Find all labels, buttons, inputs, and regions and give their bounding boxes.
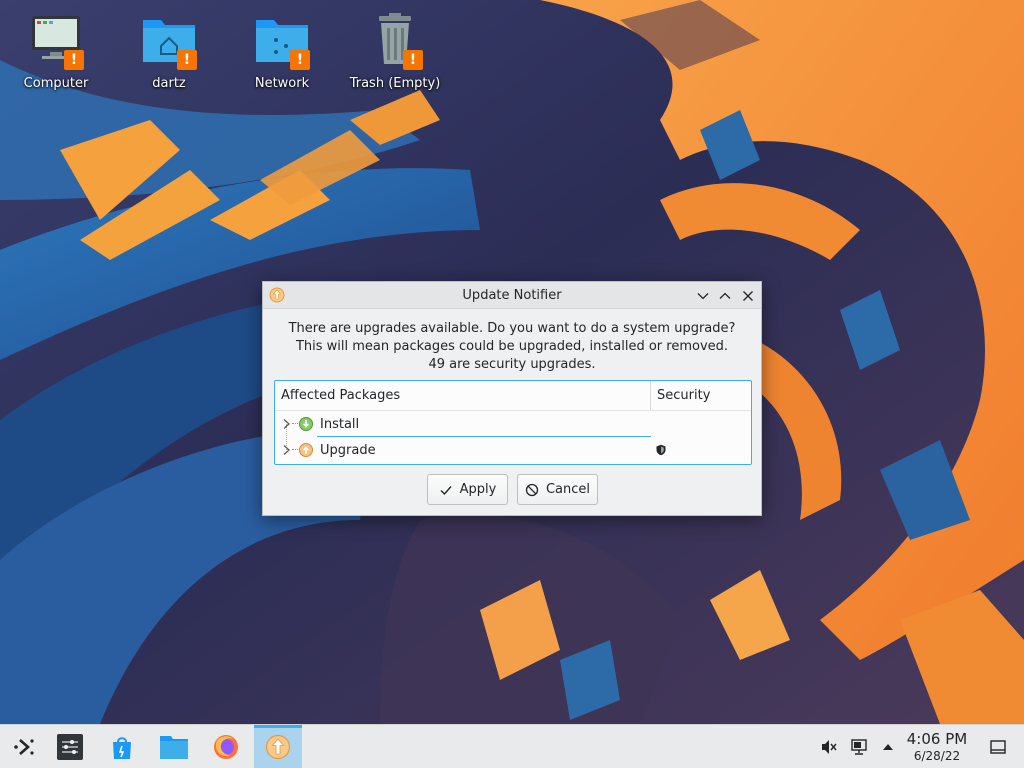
taskbar-update-notifier[interactable] bbox=[254, 725, 302, 768]
maximize-button[interactable] bbox=[715, 286, 735, 306]
chevron-up-icon bbox=[719, 292, 731, 299]
affected-packages-tree[interactable]: Affected Packages Security Install Upgra… bbox=[274, 380, 752, 465]
cancel-icon bbox=[525, 483, 539, 496]
tray-network[interactable] bbox=[848, 725, 870, 768]
home-folder-icon: ! bbox=[139, 10, 199, 70]
warning-badge: ! bbox=[64, 50, 84, 70]
message-line: This will mean packages could be upgrade… bbox=[295, 339, 729, 354]
column-header-security[interactable]: Security bbox=[651, 381, 751, 410]
dialog-title: Update Notifier bbox=[462, 287, 562, 303]
cancel-button-label: Cancel bbox=[545, 482, 591, 497]
firefox-icon bbox=[214, 735, 238, 759]
discover-bag-icon bbox=[113, 737, 131, 759]
apply-button-label: Apply bbox=[459, 482, 497, 497]
tree-row-install[interactable]: Install bbox=[275, 412, 751, 436]
security-shield-icon bbox=[656, 444, 666, 456]
taskbar-discover[interactable] bbox=[98, 725, 146, 768]
tree-branch-line bbox=[292, 423, 298, 424]
warning-badge: ! bbox=[290, 50, 310, 70]
warning-badge: ! bbox=[403, 50, 423, 70]
expand-chevron-icon[interactable] bbox=[281, 418, 293, 430]
volume-muted-icon bbox=[822, 740, 837, 754]
update-notifier-dialog: Update Notifier There are upgrades avail… bbox=[262, 281, 762, 516]
close-icon bbox=[743, 291, 753, 301]
tray-volume[interactable] bbox=[818, 725, 840, 768]
column-header-affected-packages[interactable]: Affected Packages bbox=[275, 381, 651, 410]
desktop-icon-network[interactable]: ! Network bbox=[232, 10, 332, 100]
taskbar-firefox[interactable] bbox=[202, 725, 250, 768]
desktop-icon-label: Trash (Empty) bbox=[349, 76, 441, 91]
message-line: 49 are security upgrades. bbox=[428, 357, 596, 372]
network-icon bbox=[851, 739, 867, 755]
clock-time: 4:06 PM bbox=[906, 730, 968, 748]
digital-clock[interactable]: 4:06 PM 6/28/22 bbox=[898, 729, 976, 763]
clock-date: 6/28/22 bbox=[913, 749, 961, 763]
expand-tray-icon bbox=[883, 744, 893, 750]
minimize-button[interactable] bbox=[693, 286, 713, 306]
show-desktop-button[interactable] bbox=[986, 725, 1010, 768]
taskbar-system-settings[interactable] bbox=[46, 725, 94, 768]
show-desktop-icon bbox=[990, 740, 1006, 754]
folder-icon bbox=[160, 736, 188, 759]
update-icon bbox=[265, 734, 291, 760]
dialog-message: There are upgrades available. Do you wan… bbox=[263, 320, 761, 374]
taskbar-dolphin[interactable] bbox=[150, 725, 198, 768]
row-label: Install bbox=[320, 416, 360, 432]
row-label: Upgrade bbox=[320, 442, 376, 458]
update-notifier-app-icon bbox=[269, 287, 285, 303]
desktop-icon-computer[interactable]: ! Computer bbox=[6, 10, 106, 100]
desktop-icon-trash[interactable]: ! Trash (Empty) bbox=[345, 10, 445, 100]
warning-badge: ! bbox=[177, 50, 197, 70]
tree-branch-line bbox=[292, 449, 298, 450]
row-focus-underline bbox=[317, 436, 651, 437]
network-folder-icon: ! bbox=[252, 10, 312, 70]
desktop-icon-label: dartz bbox=[152, 76, 186, 91]
desktop-icon-dartz[interactable]: ! dartz bbox=[119, 10, 219, 100]
cancel-button[interactable]: Cancel bbox=[517, 474, 598, 505]
desktop-icon-label: Computer bbox=[23, 76, 89, 91]
dialog-titlebar[interactable]: Update Notifier bbox=[263, 282, 761, 309]
expand-chevron-icon[interactable] bbox=[281, 444, 293, 456]
kde-launcher-icon bbox=[14, 739, 34, 755]
upgrade-arrow-icon bbox=[299, 443, 313, 457]
tree-header: Affected Packages Security bbox=[275, 381, 751, 411]
chevron-down-icon bbox=[697, 293, 709, 300]
settings-sliders-icon bbox=[57, 734, 83, 760]
checkmark-icon bbox=[440, 485, 452, 495]
apply-button[interactable]: Apply bbox=[427, 474, 508, 505]
install-arrow-icon bbox=[299, 417, 313, 431]
computer-icon: ! bbox=[26, 10, 86, 70]
desktop-icon-label: Network bbox=[254, 76, 310, 91]
tray-expand[interactable] bbox=[878, 725, 898, 768]
application-launcher-button[interactable] bbox=[0, 725, 48, 768]
tree-row-upgrade[interactable]: Upgrade bbox=[275, 438, 751, 462]
close-button[interactable] bbox=[738, 286, 758, 306]
message-line: There are upgrades available. Do you wan… bbox=[288, 321, 736, 336]
taskbar-panel: 4:06 PM 6/28/22 bbox=[0, 724, 1024, 768]
trash-icon: ! bbox=[365, 10, 425, 70]
